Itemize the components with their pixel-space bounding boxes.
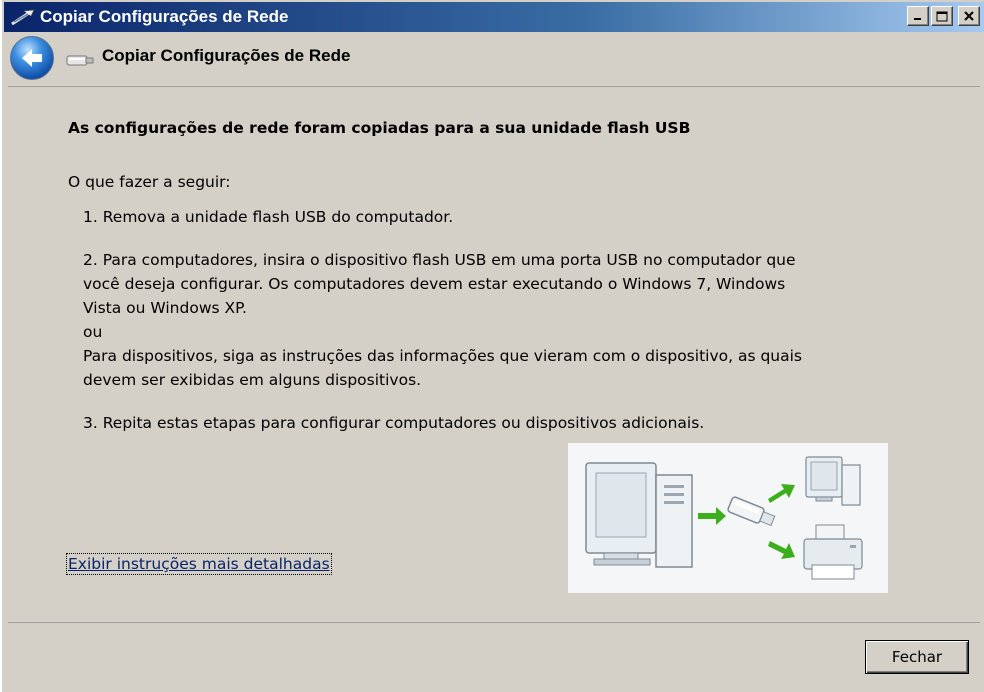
back-arrow-icon — [22, 49, 42, 67]
arrow-icon — [768, 484, 795, 503]
detailed-instructions-link[interactable]: Exibir instruções mais detalhadas — [66, 553, 332, 575]
step-2-line-4: Para dispositivos, siga as instruções da… — [83, 347, 803, 365]
close-button[interactable] — [958, 6, 980, 26]
network-wand-icon — [10, 8, 36, 26]
computer-icon — [805, 456, 861, 506]
intro-text: O que fazer a seguir: — [68, 173, 231, 191]
usb-drive-icon — [727, 496, 776, 527]
minimize-icon — [914, 18, 921, 20]
arrow-icon — [698, 507, 726, 525]
step-2-line-3: Vista ou Windows XP. — [83, 299, 247, 317]
navigation-bar: Copiar Configurações de Rede — [4, 32, 984, 86]
usb-drive-icon — [66, 52, 94, 66]
close-dialog-button[interactable]: Fechar — [865, 640, 969, 674]
page-heading: As configurações de rede foram copiadas … — [68, 119, 691, 137]
wizard-window: Copiar Configurações de Rede Copiar Conf… — [0, 0, 984, 692]
step-2-line-5: devem ser exibidas em alguns dispositivo… — [83, 371, 422, 389]
step-2-or: ou — [83, 323, 103, 341]
back-button[interactable] — [10, 36, 54, 80]
maximize-icon — [936, 11, 948, 21]
arrow-icon — [768, 541, 795, 559]
close-icon — [964, 11, 974, 21]
content-panel: As configurações de rede foram copiadas … — [8, 86, 980, 623]
maximize-button[interactable] — [931, 6, 953, 26]
wizard-title: Copiar Configurações de Rede — [102, 46, 351, 65]
computer-icon — [585, 462, 693, 568]
step-2-line-1: 2. Para computadores, insira o dispositi… — [83, 251, 796, 269]
minimize-button[interactable] — [907, 6, 929, 26]
title-bar[interactable]: Copiar Configurações de Rede — [4, 2, 984, 32]
step-2: 2. Para computadores, insira o dispositi… — [83, 248, 883, 392]
step-2-line-2: você deseja configurar. Os computadores … — [83, 275, 786, 293]
window-title: Copiar Configurações de Rede — [40, 7, 289, 26]
step-1: 1. Remova a unidade flash USB do computa… — [83, 208, 454, 226]
usb-transfer-illustration — [568, 443, 888, 593]
printer-icon — [803, 524, 863, 580]
step-3: 3. Repita estas etapas para configurar c… — [83, 414, 705, 432]
